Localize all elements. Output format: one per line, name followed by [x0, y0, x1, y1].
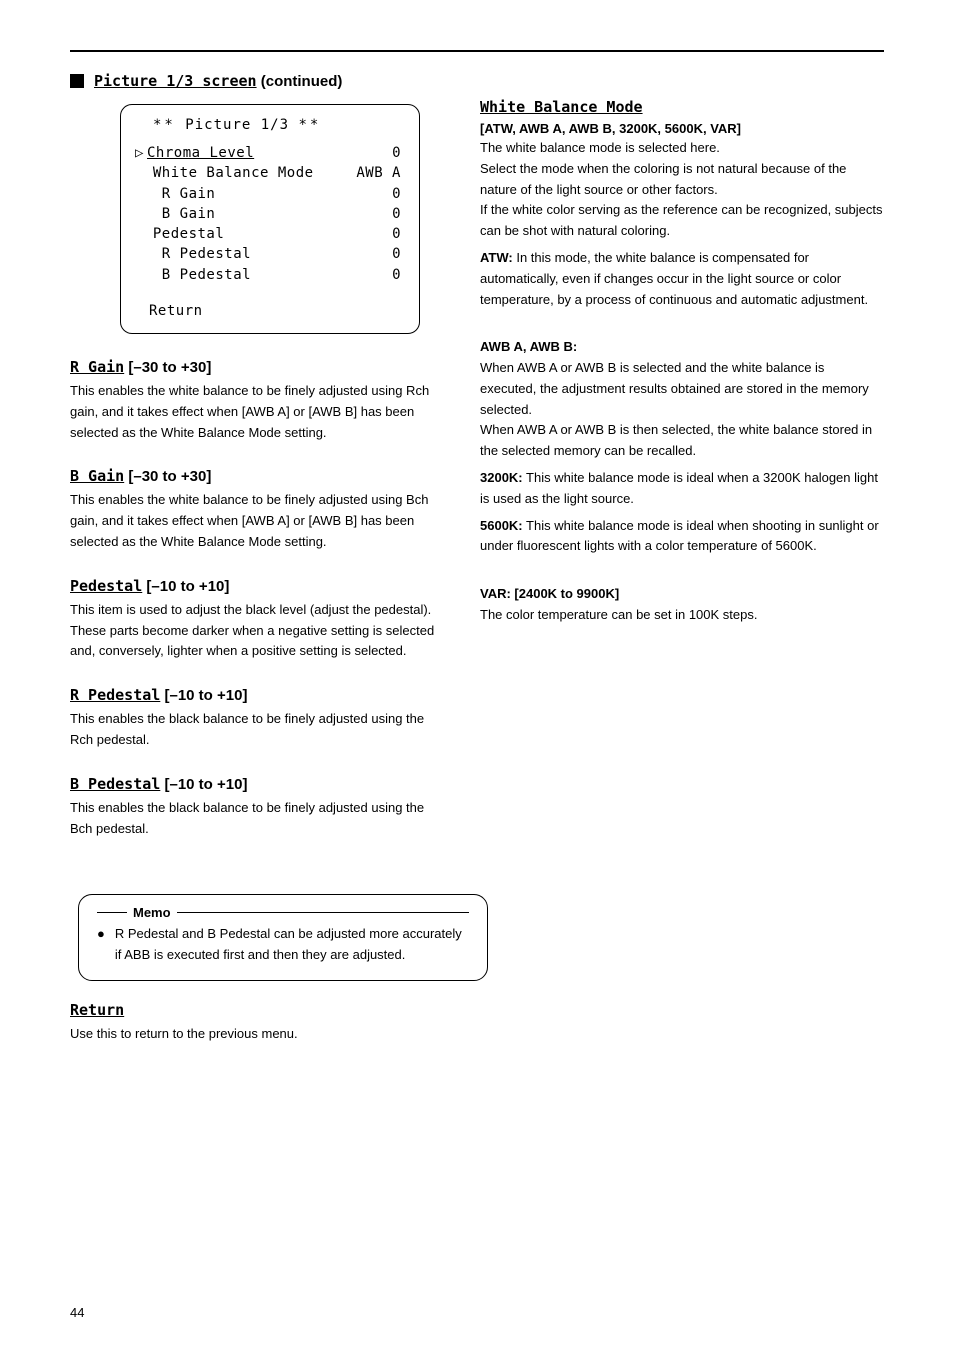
item-heading: R Gain [–30 to +30] [70, 358, 450, 376]
osd-return: Return [149, 303, 401, 319]
osd-row-value: 0 [392, 244, 401, 264]
osd-row-value: 0 [392, 204, 401, 224]
item-description: This enables the black balance to be fin… [70, 798, 450, 840]
sub-item-5600k: 5600K: This white balance mode is ideal … [480, 516, 884, 558]
osd-cursor-icon: ▷ [135, 143, 145, 163]
section-title-underline: Picture 1/3 screen [94, 72, 257, 90]
osd-row-value: 0 [392, 224, 401, 244]
item-description: The white balance mode is selected here.… [480, 138, 884, 242]
item-description: This enables the white balance to be fin… [70, 490, 450, 552]
osd-row-label: White Balance Mode [135, 163, 314, 183]
sub-item-3200k: 3200K: This white balance mode is ideal … [480, 468, 884, 510]
memo-box: Memo ● R Pedestal and B Pedestal can be … [78, 894, 488, 981]
section-title-suffix: (continued) [257, 73, 343, 90]
item-heading: Pedestal [–10 to +10] [70, 577, 450, 595]
osd-row-value: 0 [392, 265, 401, 285]
section-title: Picture 1/3 screen (continued) [94, 72, 342, 90]
osd-title: ** ** Picture 1/3 **Picture 1/3 ** [153, 117, 401, 133]
return-heading: Return [70, 1001, 450, 1019]
item-heading: R Pedestal [–10 to +10] [70, 686, 450, 704]
sub-item-var: VAR: [2400K to 9900K] The color temperat… [480, 563, 884, 625]
osd-row-value: 0 [392, 143, 401, 163]
osd-row-value: 0 [392, 184, 401, 204]
sub-item-awb: AWB A, AWB B: When AWB A or AWB B is sel… [480, 316, 884, 462]
memo-text: R Pedestal and B Pedestal can be adjuste… [115, 924, 469, 966]
item-description: This item is used to adjust the black le… [70, 600, 450, 662]
osd-row-label: R Pedestal [135, 244, 251, 264]
item-values: [ATW, AWB A, AWB B, 3200K, 5600K, VAR] [480, 121, 884, 136]
osd-row-label: R Gain [135, 184, 215, 204]
item-heading: B Gain [–30 to +30] [70, 467, 450, 485]
memo-bullet-icon: ● [97, 924, 105, 966]
osd-row-label: B Pedestal [135, 265, 251, 285]
sub-item-atw: ATW: In this mode, the white balance is … [480, 248, 884, 310]
page-number: 44 [70, 1305, 84, 1320]
return-description: Use this to return to the previous menu. [70, 1024, 450, 1045]
osd-menu-box: ** ** Picture 1/3 **Picture 1/3 ** ▷Chro… [120, 104, 420, 334]
osd-row-label: Pedestal [135, 224, 224, 244]
item-description: This enables the black balance to be fin… [70, 709, 450, 751]
item-heading: White Balance Mode [480, 98, 884, 116]
osd-row-value: AWB A [356, 163, 401, 183]
osd-row-label: B Gain [135, 204, 215, 224]
item-heading: B Pedestal [–10 to +10] [70, 775, 450, 793]
item-description: This enables the white balance to be fin… [70, 381, 450, 443]
section-bullet [70, 74, 84, 88]
osd-row-label: Chroma Level [147, 143, 254, 163]
memo-label: Memo [127, 905, 177, 920]
